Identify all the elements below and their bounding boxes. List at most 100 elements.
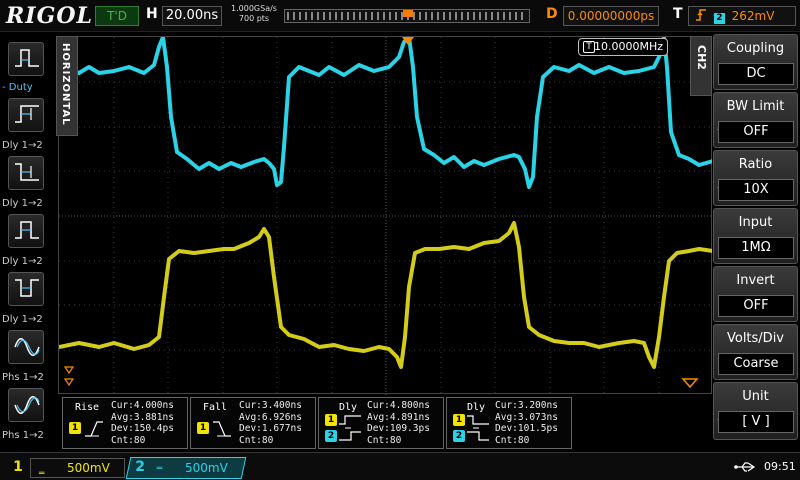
- ch2-menu-tab-label: CH2: [695, 45, 708, 70]
- measurement-avg: Avg:3.073ns: [495, 411, 558, 423]
- measure-duty-label: - Duty: [2, 82, 33, 93]
- delay-fall-fall-icon: [15, 163, 39, 181]
- volts-div-value: Coarse: [718, 353, 794, 375]
- measure-delay-rf-button[interactable]: [8, 214, 44, 248]
- rigol-logo: RIGOL: [6, 3, 93, 29]
- ch1-ground-marker[interactable]: [63, 366, 75, 387]
- memory-position-bar[interactable]: [284, 9, 530, 23]
- rising-edge-icon: [696, 9, 706, 21]
- ratio-menu-item[interactable]: Ratio ◀ 10X: [713, 150, 798, 206]
- trigger-status: T'D: [95, 6, 139, 26]
- measurement-cnt: Cnt:80: [239, 434, 274, 446]
- delay-icon: [467, 415, 489, 441]
- channel-1-badge: 1: [69, 422, 81, 434]
- coupling-value: DC: [718, 63, 794, 85]
- input-title: Input: [738, 215, 773, 230]
- measurement-avg: Avg:3.881ns: [111, 411, 174, 423]
- invert-title: Invert: [736, 273, 775, 288]
- phase-rise-icon: [14, 338, 40, 356]
- trigger-level-marker[interactable]: [681, 378, 699, 389]
- sample-rate: 1.000GSa/s: [231, 4, 277, 13]
- measurement-delay-1[interactable]: Dly 1 2 Cur:4.800ns Avg:4.891ns Dev:109.…: [318, 397, 444, 449]
- measure-phase-fall-button[interactable]: [8, 388, 44, 422]
- input-value: 1MΩ: [718, 237, 794, 259]
- measurement-avg: Avg:6.926ns: [239, 411, 302, 423]
- trigger-level: 262mV: [731, 9, 775, 23]
- ch2-number: 2: [135, 459, 145, 475]
- ratio-title: Ratio: [738, 157, 773, 172]
- measure-delay-ff-button[interactable]: [8, 156, 44, 190]
- horizontal-tab-label: HORIZONTAL: [60, 43, 71, 126]
- input-menu-item[interactable]: Input 1MΩ: [713, 208, 798, 264]
- delay-rise-rise-icon: [15, 105, 39, 123]
- measure-delay-rr-button[interactable]: [8, 98, 44, 132]
- ch2-menu-tab: CH2: [690, 36, 712, 96]
- invert-menu-item[interactable]: Invert OFF: [713, 266, 798, 322]
- measurement-fall[interactable]: Fall 1 Cur:3.400ns Avg:6.926ns Dev:1.677…: [190, 397, 316, 449]
- measurement-name: Fall: [203, 402, 228, 413]
- top-status-bar: RIGOL T'D H 20.00ns 1.000GSa/s 700 pts D…: [0, 0, 800, 32]
- measurement-cur: Cur:3.400ns: [239, 400, 302, 411]
- channel-2-badge: 2: [453, 430, 465, 442]
- measure-duty-button[interactable]: [8, 42, 44, 76]
- waveform-display: [59, 37, 713, 395]
- measurement-rise[interactable]: Rise 1 Cur:4.000ns Avg:3.881ns Dev:150.4…: [62, 397, 188, 449]
- measurement-cnt: Cnt:80: [495, 434, 530, 446]
- unit-title: Unit: [742, 389, 769, 404]
- measurement-cnt: Cnt:80: [111, 434, 146, 446]
- measurement-cur: Cur:4.000ns: [111, 400, 174, 411]
- bw-limit-title: BW Limit: [726, 99, 785, 114]
- bw-limit-menu-item[interactable]: BW Limit ◀ OFF: [713, 92, 798, 148]
- trigger-label: T: [673, 6, 683, 22]
- delay-label: D: [546, 6, 558, 22]
- timebase-value[interactable]: 20.00ns: [162, 6, 222, 26]
- horizontal-delay-value[interactable]: 0.00000000ps: [563, 6, 659, 26]
- measurement-dev: Dev:109.3ps: [367, 423, 430, 434]
- invert-value: OFF: [718, 295, 794, 317]
- phase-fall-icon: [14, 396, 40, 414]
- coupling-title: Coupling: [726, 41, 785, 56]
- usb-icon: [734, 462, 756, 472]
- trigger-info[interactable]: 2 262mV: [688, 6, 796, 26]
- trigger-position-marker: [403, 10, 413, 17]
- measure-shortcut-panel: - Duty Dly 1→2 Dly 1→2 Dly 1→2 Dly 1→2 P…: [0, 36, 58, 452]
- measurement-name: Dly: [339, 402, 358, 413]
- unit-value: [ V ]: [718, 411, 794, 433]
- measure-phase-rise-label: Phs 1→2: [2, 372, 44, 383]
- ratio-value: 10X: [718, 179, 794, 201]
- measure-phase-rise-button[interactable]: [8, 330, 44, 364]
- measurement-values: Cur:3.200ns Avg:3.073ns Dev:101.5ps Cnt:…: [495, 400, 558, 446]
- fall-time-icon: [213, 421, 231, 437]
- memory-depth: 700 pts: [238, 14, 270, 23]
- measurement-dev: Dev:101.5ps: [495, 423, 558, 434]
- measure-delay-rr-label: Dly 1→2: [2, 140, 43, 151]
- ch1-number: 1: [13, 459, 23, 475]
- frequency-channel-badge: T: [583, 41, 595, 53]
- frequency-value: 10.0000MHz: [593, 40, 663, 53]
- duty-cycle-icon: [15, 49, 39, 67]
- waveform-grid[interactable]: [58, 36, 713, 395]
- volts-div-menu-item[interactable]: Volts/Div Coarse: [713, 324, 798, 380]
- dc-coupling-icon: ═: [156, 464, 164, 474]
- coupling-menu-item[interactable]: Coupling DC: [713, 34, 798, 90]
- measure-delay-fr-button[interactable]: [8, 272, 44, 306]
- delay-fall-rise-icon: [15, 279, 39, 297]
- measure-delay-fr-label: Dly 1→2: [2, 314, 43, 325]
- measurement-dev: Dev:150.4ps: [111, 423, 174, 434]
- measure-delay-rf-label: Dly 1→2: [2, 256, 43, 267]
- horizontal-tab: HORIZONTAL: [56, 36, 78, 136]
- ch1-status[interactable]: 1 ═ 500mV: [8, 458, 128, 479]
- delay-rise-fall-icon: [15, 221, 39, 239]
- measurement-cur: Cur:4.800ns: [367, 400, 430, 411]
- frequency-counter: T 10.0000MHz: [578, 38, 668, 56]
- ch2-status[interactable]: 2 ═ 500mV: [125, 457, 247, 479]
- dc-coupling-icon: ═: [39, 469, 46, 479]
- measurement-delay-2[interactable]: Dly 1 2 Cur:3.200ns Avg:3.073ns Dev:101.…: [446, 397, 572, 449]
- delay-icon: [339, 415, 361, 441]
- channel-2-badge: 2: [325, 430, 337, 442]
- volts-div-title: Volts/Div: [726, 331, 784, 346]
- clock: 09:51: [764, 460, 796, 473]
- horizontal-label: H: [146, 6, 158, 22]
- ch1-scale-box: ═ 500mV: [30, 458, 125, 479]
- unit-menu-item[interactable]: Unit ◀ [ V ]: [713, 382, 798, 440]
